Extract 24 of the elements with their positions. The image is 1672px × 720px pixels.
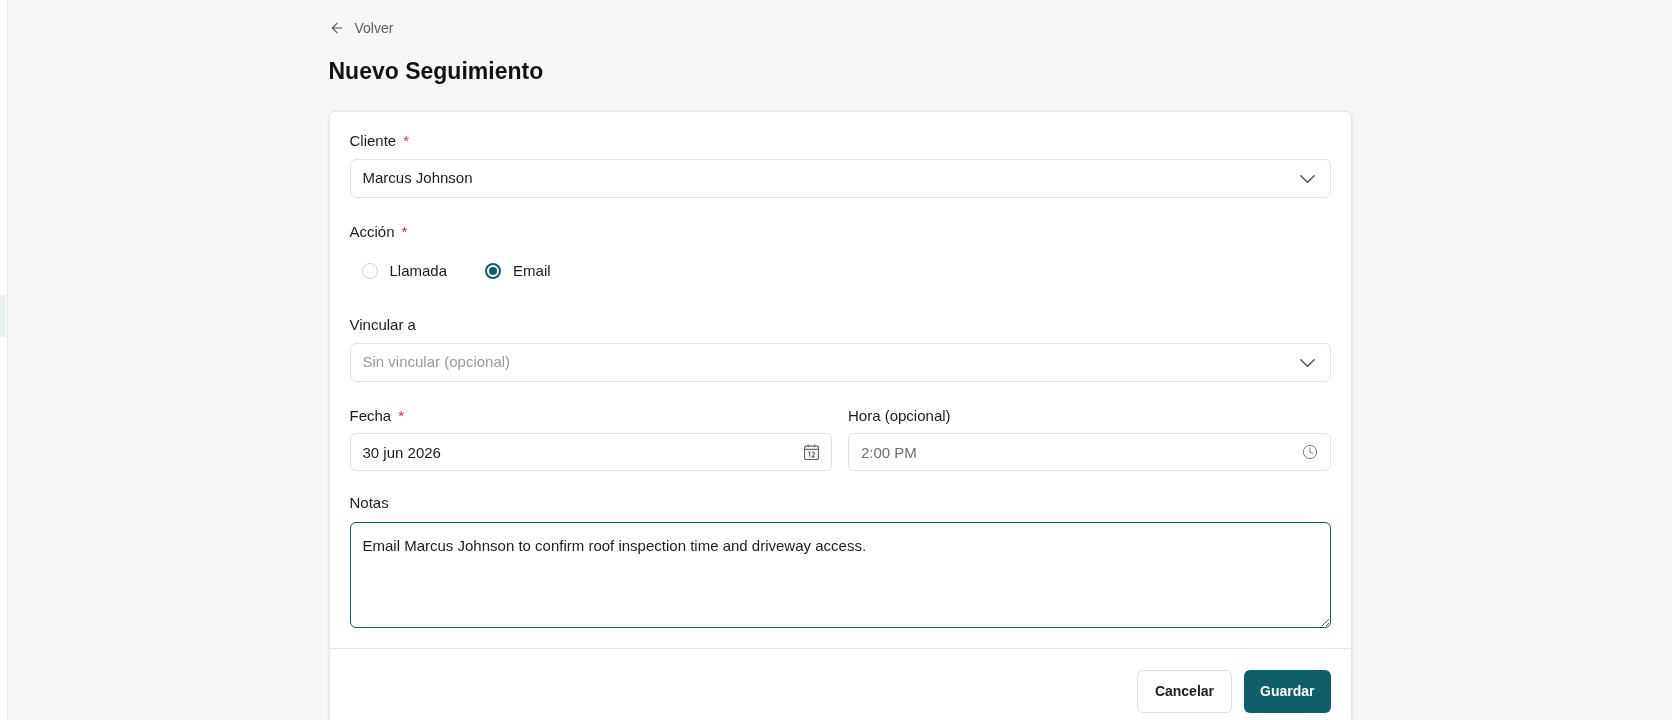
page-title: Nuevo Seguimiento (328, 57, 545, 85)
save-button[interactable]: Guardar (1244, 670, 1331, 713)
required-asterisk: * (403, 131, 410, 151)
cancel-button[interactable]: Cancelar (1136, 670, 1233, 713)
field-label: Hora (opcional) (848, 406, 951, 426)
field-label: Acción (349, 222, 395, 242)
chevron-down-icon (1299, 358, 1315, 367)
sidebar-item[interactable] (0, 295, 6, 337)
field-label: Cliente (349, 131, 397, 151)
calendar-icon (804, 444, 819, 460)
field-label: Notas (349, 493, 389, 513)
clock-icon (1301, 444, 1318, 460)
notes-textarea[interactable]: Email Marcus Johnson to confirm roof inspection time and driveway access. (349, 522, 1331, 628)
dropdown-field[interactable]: Marcus Johnson (349, 159, 1331, 198)
chevron-down-icon (1299, 174, 1315, 183)
field-label: Fecha (349, 406, 392, 426)
required-asterisk: * (401, 222, 408, 242)
field-label: Vincular a (349, 315, 416, 335)
time-field[interactable]: 2:00 PM (848, 433, 1331, 471)
required-asterisk: * (398, 406, 405, 426)
back-link[interactable]: Volver (328, 18, 394, 38)
radio-option[interactable]: Email (485, 261, 551, 281)
radio-option[interactable]: Llamada (361, 261, 448, 281)
date-field[interactable]: 30 jun 2026 (349, 433, 832, 471)
